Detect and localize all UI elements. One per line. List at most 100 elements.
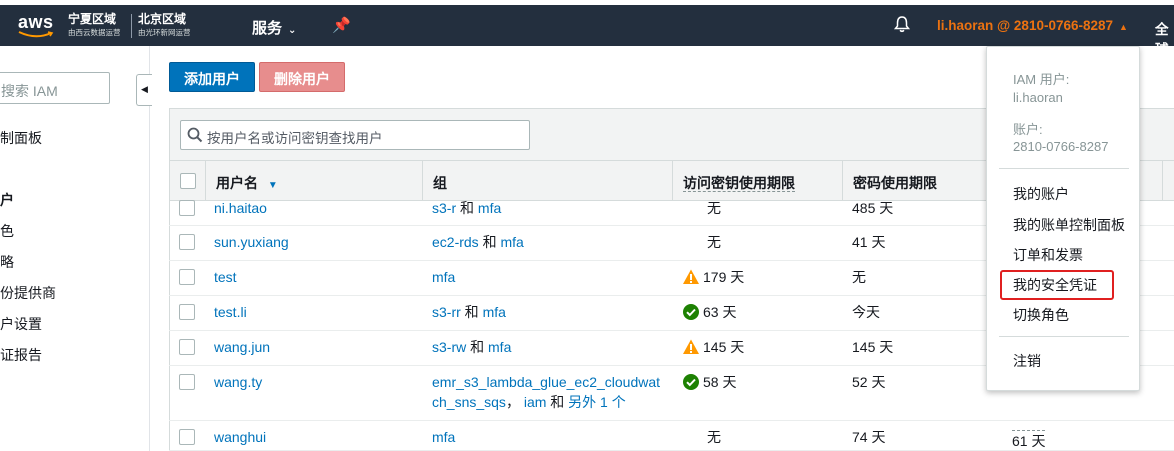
delete-user-button[interactable]: 删除用户 — [259, 62, 345, 92]
pin-icon[interactable]: 📌 — [332, 16, 351, 34]
sidebar-item-users[interactable]: 用户 — [0, 190, 14, 210]
access-key-age-value: 58 天 — [703, 374, 737, 390]
access-key-age-cell: 无 — [707, 198, 721, 218]
group-link[interactable]: iam — [524, 394, 547, 410]
group-link[interactable]: mfa — [432, 429, 455, 445]
bell-icon[interactable] — [893, 15, 911, 33]
sidebar-item-account-settings[interactable]: 账户设置 — [0, 314, 42, 334]
user-name-link[interactable]: test.li — [214, 302, 247, 322]
account-menu[interactable]: li.haoran @ 2810-0766-8287 ▲ — [937, 18, 1128, 33]
sidebar-item-identity-providers[interactable]: 身份提供商 — [0, 283, 56, 303]
sidebar-item-dashboard[interactable]: 控制面板 — [0, 128, 42, 148]
iam-user-label: IAM 用户: — [1013, 72, 1070, 87]
sidebar-item-credential-report[interactable]: 凭证报告 — [0, 345, 42, 365]
column-header-username[interactable]: 用户名 ▼ — [205, 161, 422, 201]
column-header-more — [1162, 161, 1174, 201]
access-key-age-value: 无 — [707, 200, 721, 216]
column-header-access-key-age[interactable]: 访问密钥使用期限 — [672, 161, 842, 201]
access-key-age-value: 无 — [707, 234, 721, 250]
column-header-groups[interactable]: 组 — [422, 161, 672, 201]
row-checkbox[interactable] — [179, 374, 195, 390]
sidebar: 搜索 IAM 控制面板 组 用户 角色 策略 身份提供商 账户设置 凭证报告 — [0, 46, 150, 451]
dropdown-divider — [999, 168, 1129, 169]
top-band — [0, 0, 1174, 5]
menu-item-switch-role[interactable]: 切换角色 — [1013, 305, 1069, 325]
account-dropdown-menu: IAM 用户: li.haoran 账户: 2810-0766-8287 我的账… — [986, 46, 1140, 391]
group-link[interactable]: ch_sns_sqs — [432, 394, 506, 410]
more-groups-link[interactable]: 另外 1 个 — [568, 394, 626, 410]
password-age-cell: 今天 — [852, 304, 880, 320]
sidebar-item-policies[interactable]: 策略 — [0, 252, 14, 272]
global-menu[interactable]: 全球 — [1155, 18, 1174, 58]
row-checkbox[interactable] — [179, 200, 195, 216]
user-name-link[interactable]: ni.haitao — [214, 198, 267, 218]
highlight-box — [1000, 270, 1114, 300]
group-link[interactable]: mfa — [478, 200, 501, 216]
group-link[interactable]: s3-rr — [432, 304, 461, 320]
row-checkbox[interactable] — [179, 269, 195, 285]
menu-item-sign-out[interactable]: 注销 — [1013, 351, 1041, 371]
groups-cell: emr_s3_lambda_glue_ec2_cloudwat ch_sns_sq… — [432, 372, 667, 412]
user-name-link[interactable]: test — [214, 267, 237, 287]
column-header-password-age-label: 密码使用期限 — [853, 175, 937, 191]
add-user-button[interactable]: 添加用户 — [169, 62, 255, 92]
access-key-age-cell: 无 — [707, 427, 721, 447]
sidebar-search-input[interactable]: 搜索 IAM — [0, 72, 110, 104]
services-menu[interactable]: 服务 ⌄ — [252, 17, 296, 38]
dropdown-divider — [999, 336, 1129, 337]
group-link[interactable]: s3-rw — [432, 339, 466, 355]
user-name-link[interactable]: sun.yuxiang — [214, 232, 289, 252]
region-ningxia[interactable]: 宁夏区域 由西云数据运营 — [68, 13, 121, 37]
groups-cell: mfa — [432, 427, 667, 447]
group-link[interactable]: emr_s3_lambda_glue_ec2_cloudwat — [432, 374, 660, 390]
check-circle-icon — [683, 304, 699, 320]
groups-cell: mfa — [432, 267, 667, 287]
caret-up-icon: ▲ — [1119, 22, 1128, 32]
table-row[interactable]: wanghui mfa 无 74 天 61 天 — [169, 421, 1174, 451]
menu-item-billing-dashboard[interactable]: 我的账单控制面板 — [1013, 215, 1125, 235]
user-name-link[interactable]: wang.jun — [214, 337, 270, 357]
password-age-cell: 52 天 — [852, 374, 886, 390]
column-header-groups-label: 组 — [433, 175, 447, 191]
group-link[interactable]: mfa — [500, 234, 523, 250]
sidebar-collapse-button[interactable]: ◀ — [136, 74, 152, 106]
group-and-text: 和 — [550, 394, 565, 410]
group-and-text: 和 — [470, 339, 485, 355]
row-checkbox[interactable] — [179, 429, 195, 445]
group-link[interactable]: s3-r — [432, 200, 456, 216]
column-header-password-age[interactable]: 密码使用期限 — [842, 161, 992, 201]
services-label: 服务 — [252, 20, 283, 37]
column-header-username-label: 用户名 — [216, 175, 258, 191]
top-navigation-bar: aws 宁夏区域 由西云数据运营 北京区域 由光环新网运营 服务 ⌄ 📌 li.h… — [0, 0, 1174, 57]
search-icon — [187, 127, 203, 143]
account-id-label: 账户: — [1013, 122, 1043, 137]
access-key-age-cell: 179 天 — [682, 267, 744, 287]
groups-cell: s3-r 和 mfa — [432, 198, 667, 218]
row-checkbox[interactable] — [179, 339, 195, 355]
row-checkbox[interactable] — [179, 234, 195, 250]
user-name-link[interactable]: wanghui — [214, 427, 266, 447]
aws-smile-icon — [18, 31, 54, 38]
user-name-link[interactable]: wang.ty — [214, 372, 262, 392]
aws-logo[interactable]: aws — [18, 12, 54, 33]
menu-item-my-account[interactable]: 我的账户 — [1013, 184, 1069, 204]
groups-cell: ec2-rds 和 mfa — [432, 232, 667, 252]
menu-item-orders-invoices[interactable]: 订单和发票 — [1013, 245, 1083, 265]
group-link[interactable]: ec2-rds — [432, 234, 479, 250]
column-header-access-key-age-label: 访问密钥使用期限 — [683, 175, 795, 192]
access-key-age-cell: 145 天 — [682, 337, 744, 357]
access-key-age-value: 无 — [707, 429, 721, 445]
region-beijing[interactable]: 北京区域 由光环新网运营 — [138, 13, 191, 37]
row-checkbox[interactable] — [179, 304, 195, 320]
sidebar-item-roles[interactable]: 角色 — [0, 221, 14, 241]
group-link[interactable]: mfa — [483, 304, 506, 320]
group-and-text: 和 — [464, 304, 479, 320]
region-beijing-subtitle: 由光环新网运营 — [138, 28, 191, 37]
group-link[interactable]: mfa — [432, 269, 455, 285]
select-all-checkbox[interactable] — [180, 173, 196, 189]
chevron-left-icon: ◀ — [141, 84, 148, 94]
group-link[interactable]: mfa — [488, 339, 511, 355]
user-filter-input[interactable]: 按用户名或访问密钥查找用户 — [180, 120, 530, 150]
access-key-age-value: 63 天 — [703, 304, 737, 320]
check-circle-icon — [683, 374, 699, 390]
